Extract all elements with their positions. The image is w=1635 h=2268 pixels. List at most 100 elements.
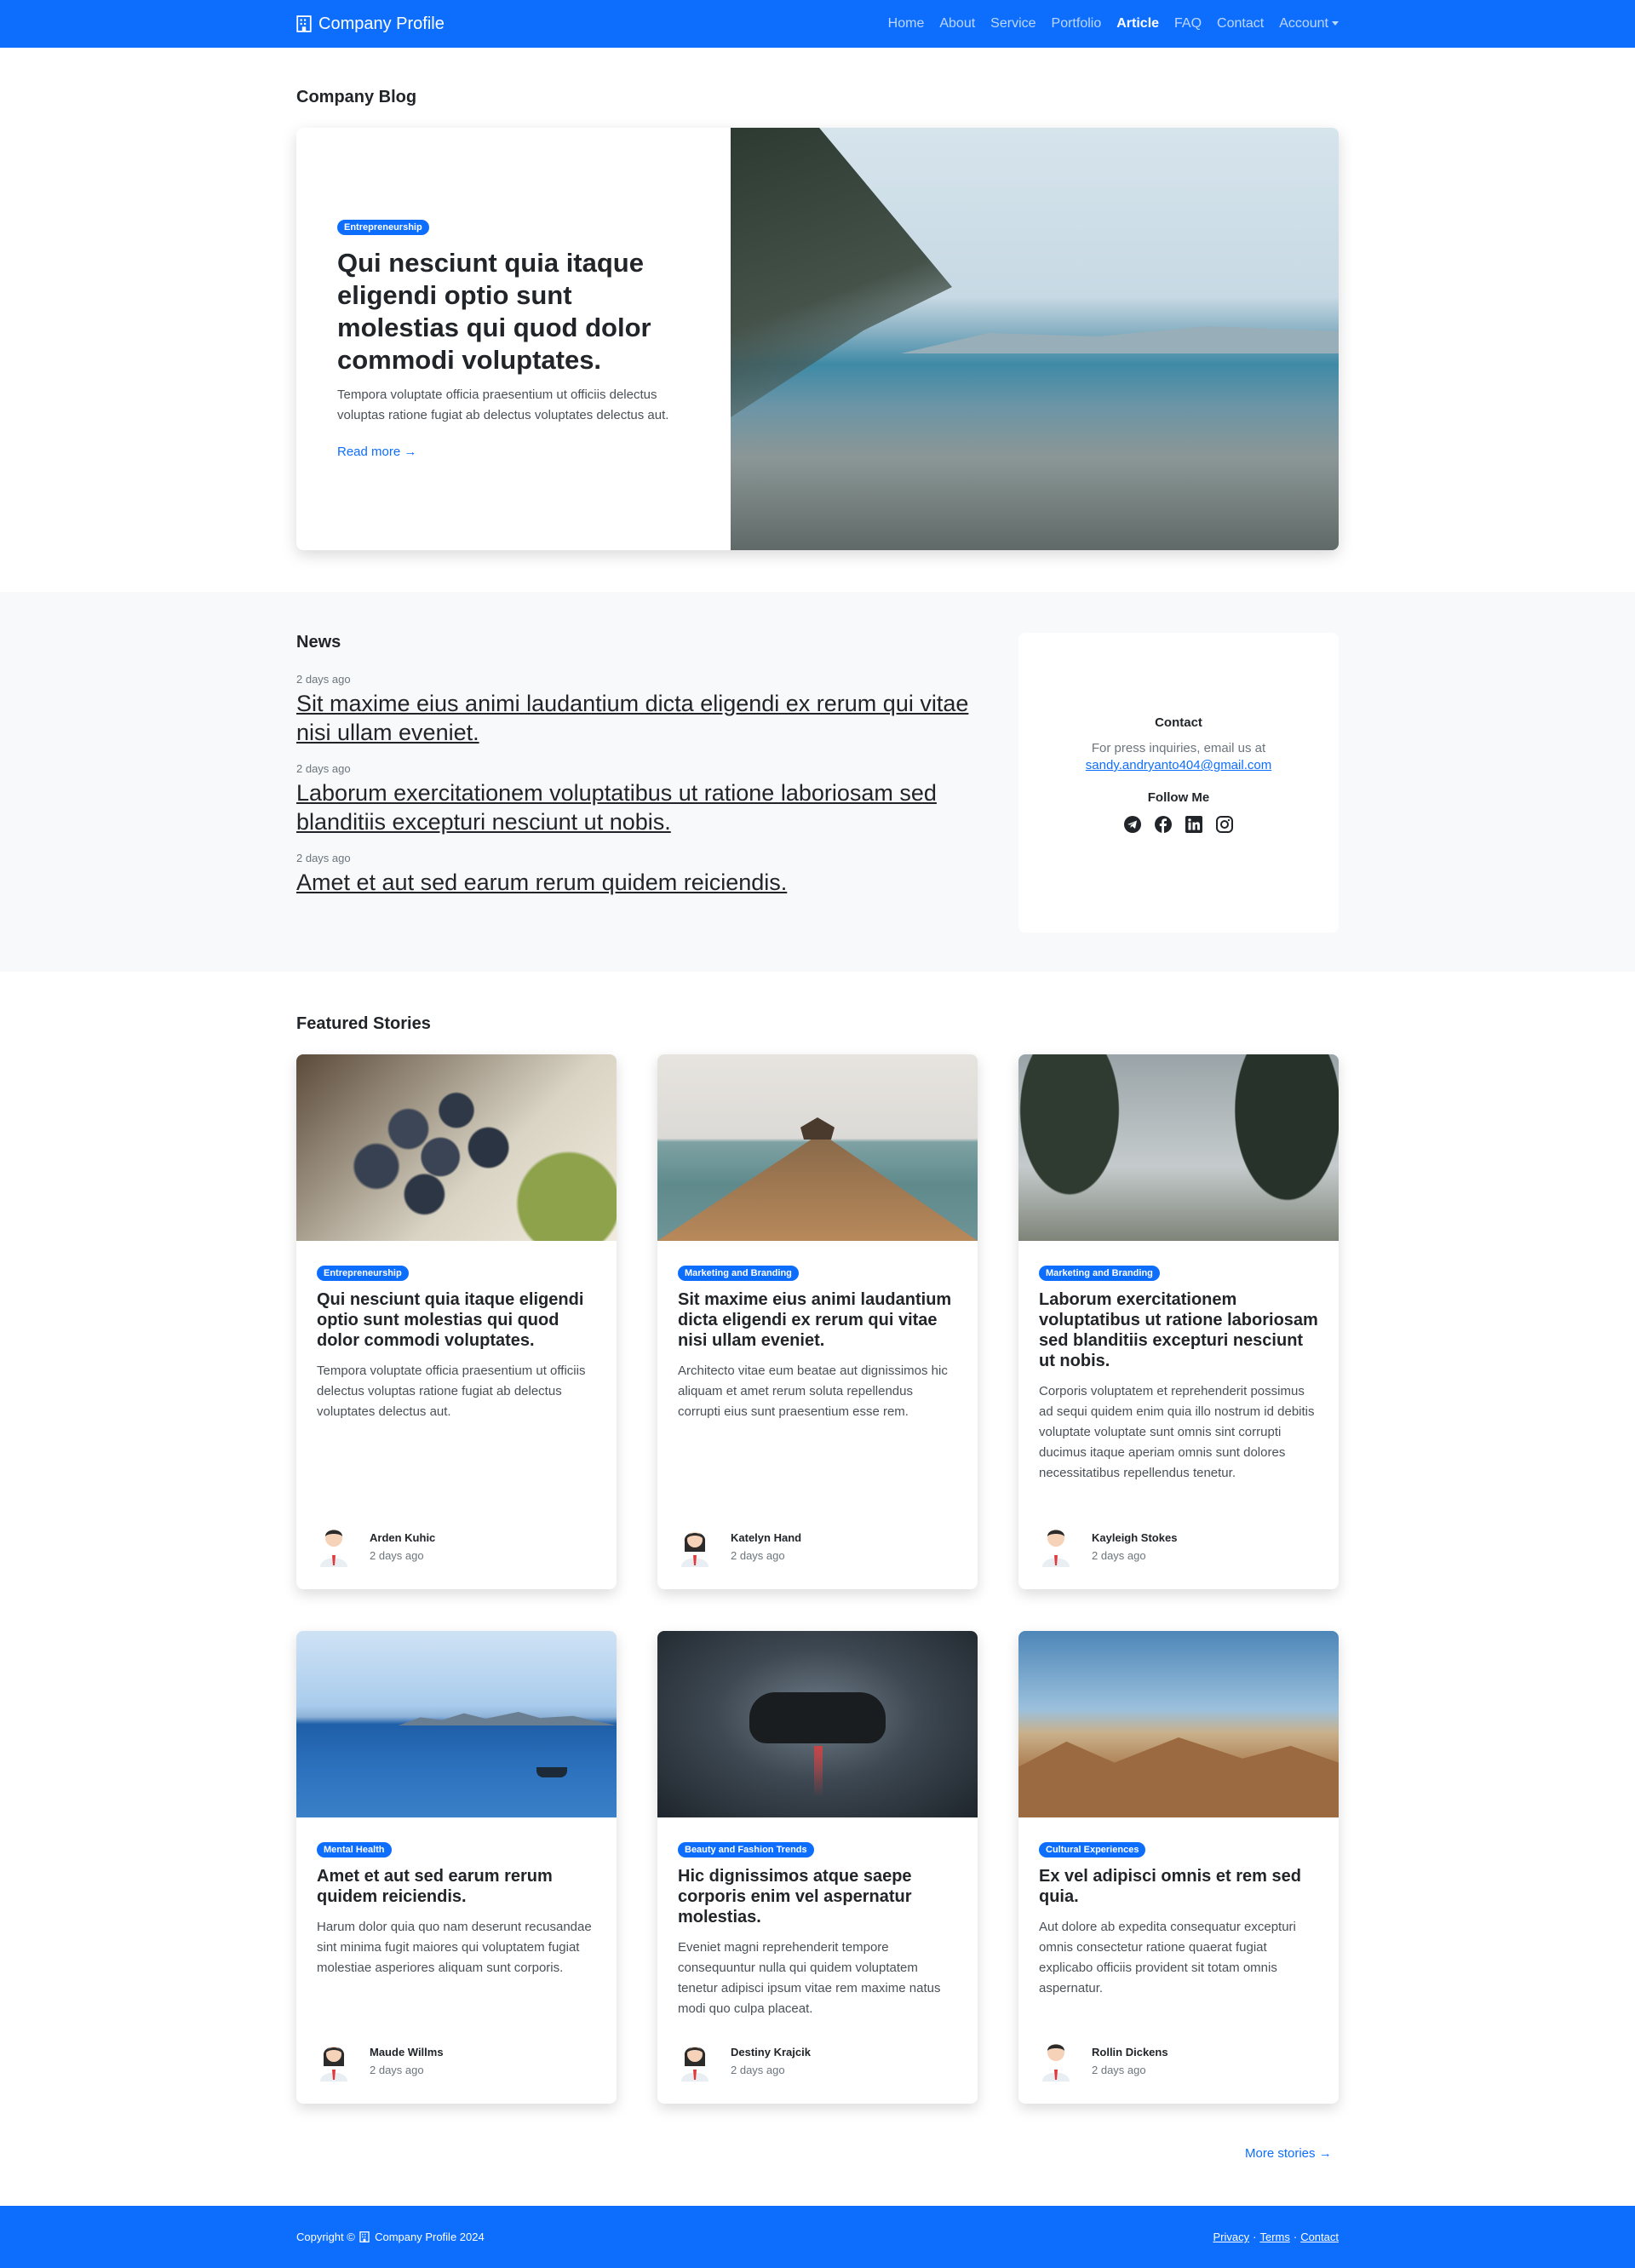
avatar-male-icon (1042, 1530, 1070, 1567)
nav-faq[interactable]: FAQ (1174, 16, 1202, 32)
story-card-body: Entrepreneurship Qui nesciunt quia itaqu… (296, 1241, 617, 1422)
story-excerpt: Corporis voluptatem et reprehenderit pos… (1039, 1384, 1315, 1480)
story-badge: Cultural Experiences (1039, 1842, 1146, 1857)
story-author-meta: Arden Kuhic 2 days ago (370, 1531, 435, 1562)
story-image-pier (657, 1054, 978, 1241)
featured-section-title: Featured Stories (296, 1014, 431, 1033)
pier-deck (657, 1140, 978, 1241)
footer-contact-link[interactable]: Contact (1300, 2231, 1339, 2243)
story-badge: Mental Health (317, 1842, 392, 1857)
nav-article[interactable]: Article (1116, 16, 1159, 32)
story-card-body: Marketing and Branding Sit maxime eius a… (657, 1241, 978, 1422)
brand-name: Company Profile (318, 14, 445, 33)
news-title-link[interactable]: Amet et aut sed earum rerum quidem reici… (296, 868, 969, 897)
instagram-icon[interactable] (1215, 815, 1234, 834)
news-item: 2 days ago Sit maxime eius animi laudant… (296, 673, 969, 747)
nav-account-dropdown[interactable]: Account (1279, 16, 1339, 32)
news-title-link[interactable]: Laborum exercitationem voluptatibus ut r… (296, 778, 969, 836)
tree-right (1211, 1054, 1339, 1241)
story-image-controller (657, 1631, 978, 1817)
news-item: 2 days ago Amet et aut sed earum rerum q… (296, 852, 969, 897)
story-author-name: Destiny Krajcik (731, 2046, 811, 2058)
story-card[interactable]: Mental Health Amet et aut sed earum reru… (296, 1631, 617, 2104)
more-stories-link[interactable]: More stories → (1245, 2146, 1332, 2161)
story-date: 2 days ago (731, 1549, 785, 1562)
story-image-desert (1018, 1631, 1339, 1817)
news-date: 2 days ago (296, 852, 351, 864)
contact-title: Contact (1155, 715, 1202, 730)
news-title-link[interactable]: Sit maxime eius animi laudantium dicta e… (296, 689, 969, 747)
story-date: 2 days ago (370, 2064, 424, 2076)
linkedin-icon[interactable] (1185, 815, 1203, 834)
nav-contact[interactable]: Contact (1217, 16, 1264, 32)
story-title: Laborum exercitationem voluptatibus ut r… (1039, 1290, 1318, 1370)
avatar-male-icon (1042, 2044, 1070, 2081)
story-author: Arden Kuhic 2 days ago (317, 1523, 435, 1570)
avatar-female-icon (681, 2047, 708, 2081)
story-image-bay (296, 1631, 617, 1817)
story-badge: Marketing and Branding (678, 1266, 799, 1281)
story-date: 2 days ago (370, 1549, 424, 1562)
blog-section-title: Company Blog (296, 88, 417, 106)
story-card-body: Beauty and Fashion Trends Hic dignissimo… (657, 1817, 978, 2019)
story-title: Hic dignissimos atque saepe corporis eni… (678, 1867, 912, 1926)
nav-home[interactable]: Home (888, 16, 925, 32)
story-title: Sit maxime eius animi laudantium dicta e… (678, 1290, 952, 1350)
contact-email-link[interactable]: sandy.andryanto404@gmail.com (1086, 758, 1271, 772)
navbar-inner: Company Profile Home About Service Portf… (296, 0, 1339, 48)
footer-links: Privacy · Terms · Contact (1213, 2231, 1339, 2243)
story-date: 2 days ago (1092, 1549, 1146, 1562)
building-icon (296, 15, 312, 32)
tree-left (1018, 1054, 1146, 1241)
story-author: Maude Willms 2 days ago (317, 2037, 444, 2085)
story-image-grapes (296, 1054, 617, 1241)
news-date: 2 days ago (296, 762, 351, 775)
story-author-meta: Rollin Dickens 2 days ago (1092, 2046, 1168, 2076)
bay-city-skyline (399, 1712, 617, 1725)
story-author-name: Katelyn Hand (731, 1531, 802, 1544)
bay-boat (536, 1767, 567, 1777)
story-author: Katelyn Hand 2 days ago (678, 1523, 801, 1570)
building-icon (359, 2231, 370, 2242)
hero-title: Qui nesciunt quia itaque eligendi optio … (337, 247, 651, 375)
story-author-name: Kayleigh Stokes (1092, 1531, 1178, 1544)
story-author-meta: Katelyn Hand 2 days ago (731, 1531, 801, 1562)
footer-terms-link[interactable]: Terms (1259, 2231, 1289, 2243)
facebook-icon[interactable] (1154, 815, 1173, 834)
story-author-name: Rollin Dickens (1092, 2046, 1168, 2058)
story-author: Destiny Krajcik 2 days ago (678, 2037, 811, 2085)
story-card-body: Cultural Experiences Ex vel adipisci omn… (1018, 1817, 1339, 1999)
footer-copyright: Copyright © Company Profile 2024 (296, 2231, 485, 2243)
nav-service[interactable]: Service (990, 16, 1036, 32)
footer-separator: · (1253, 2231, 1257, 2243)
nav-portfolio[interactable]: Portfolio (1052, 16, 1102, 32)
story-excerpt: Architecto vitae eum beatae aut dignissi… (678, 1364, 948, 1419)
controller-glow (814, 1746, 823, 1797)
read-more-link[interactable]: Read more → (337, 445, 690, 459)
story-date: 2 days ago (1092, 2064, 1146, 2076)
telegram-icon[interactable] (1123, 815, 1142, 834)
story-date: 2 days ago (731, 2064, 785, 2076)
story-card[interactable]: Marketing and Branding Sit maxime eius a… (657, 1054, 978, 1589)
brand-link[interactable]: Company Profile (296, 14, 445, 34)
story-card[interactable]: Entrepreneurship Qui nesciunt quia itaqu… (296, 1054, 617, 1589)
nav-about[interactable]: About (939, 16, 975, 32)
news-list: 2 days ago Sit maxime eius animi laudant… (296, 673, 969, 912)
story-card[interactable]: Cultural Experiences Ex vel adipisci omn… (1018, 1631, 1339, 2104)
pier-hut (800, 1117, 835, 1140)
story-card[interactable]: Beauty and Fashion Trends Hic dignissimo… (657, 1631, 978, 2104)
hero-image-mountains (901, 326, 1339, 353)
story-excerpt: Aut dolore ab expedita consequatur excep… (1039, 1920, 1296, 1995)
caret-down-icon (1332, 21, 1339, 26)
footer: Copyright © Company Profile 2024 Privacy… (0, 2206, 1635, 2268)
story-badge: Beauty and Fashion Trends (678, 1842, 814, 1857)
story-author-name: Arden Kuhic (370, 1531, 436, 1544)
avatar-female-icon (681, 1532, 708, 1567)
story-excerpt: Eveniet magni reprehenderit tempore cons… (678, 1940, 941, 2016)
desert-hills (1018, 1737, 1339, 1817)
avatar-female-icon (320, 2047, 347, 2081)
story-card[interactable]: Marketing and Branding Laborum exercitat… (1018, 1054, 1339, 1589)
story-author-meta: Destiny Krajcik 2 days ago (731, 2046, 811, 2076)
story-author-meta: Maude Willms 2 days ago (370, 2046, 444, 2076)
footer-privacy-link[interactable]: Privacy (1213, 2231, 1249, 2243)
